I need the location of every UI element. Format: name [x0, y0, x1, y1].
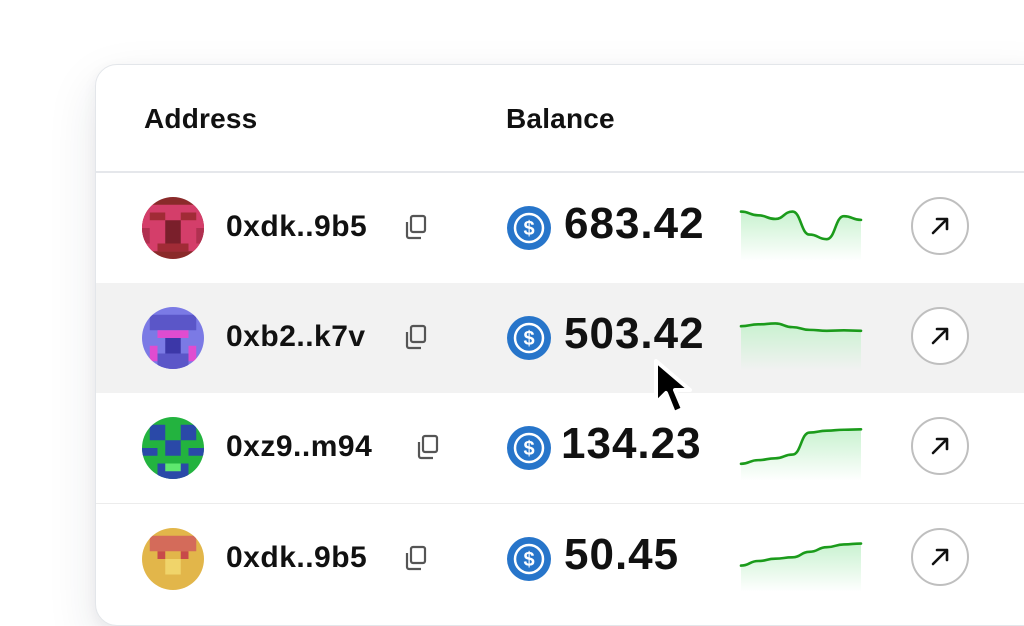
address-text: 0xz9..m94 [226, 430, 373, 463]
trend-sparkline [739, 428, 863, 481]
avatar [142, 197, 204, 259]
copy-icon[interactable] [402, 213, 430, 241]
balance-amount: 134.23 [561, 419, 702, 468]
table-row[interactable]: 0xdk..9b5 $ 50.45 [96, 503, 1024, 614]
balance-amount: 503.42 [564, 309, 705, 358]
avatar [142, 307, 204, 369]
table-row[interactable]: 0xz9..m94 $ 134.23 [96, 393, 1024, 503]
arrow-up-right-icon [931, 437, 949, 455]
address-text: 0xb2..k7v [226, 320, 366, 353]
table-row[interactable]: 0xb2..k7v $ 503.42 [96, 283, 1024, 393]
open-address-button[interactable] [911, 528, 969, 586]
usdc-coin-icon: $ [507, 316, 551, 360]
sparkline-area [741, 211, 861, 261]
arrow-up-right-icon [931, 548, 949, 566]
avatar [142, 417, 204, 479]
arrow-up-right-icon [931, 327, 949, 345]
address-column-header: Address [144, 103, 258, 134]
svg-text:$: $ [523, 328, 534, 350]
svg-text:$: $ [523, 218, 534, 240]
svg-text:$: $ [523, 549, 534, 571]
open-address-button[interactable] [911, 307, 969, 365]
mouse-pointer-icon [654, 359, 692, 415]
copy-icon[interactable] [414, 433, 442, 461]
balance-amount: 683.42 [564, 199, 705, 248]
avatar [142, 528, 204, 590]
copy-icon[interactable] [402, 323, 430, 351]
usdc-coin-icon: $ [507, 206, 551, 250]
open-address-button[interactable] [911, 417, 969, 475]
balance-column-header: Balance [506, 103, 615, 134]
address-text: 0xdk..9b5 [226, 210, 368, 243]
arrow-up-right-icon [931, 217, 949, 235]
sparkline-area [741, 429, 861, 481]
svg-text:$: $ [523, 438, 534, 460]
table-row[interactable]: 0xdk..9b5 $ 683.42 [96, 173, 1024, 283]
address-text: 0xdk..9b5 [226, 541, 368, 574]
trend-sparkline [739, 542, 863, 592]
copy-icon[interactable] [402, 544, 430, 572]
trend-sparkline [739, 322, 863, 371]
table-header: Address Balance [96, 65, 1024, 173]
balance-amount: 50.45 [564, 530, 680, 579]
sparkline-area [741, 543, 861, 592]
usdc-coin-icon: $ [507, 426, 551, 470]
open-address-button[interactable] [911, 197, 969, 255]
trend-sparkline [739, 210, 863, 261]
usdc-coin-icon: $ [507, 537, 551, 581]
balances-card: Address Balance 0xdk..9b5 $ 683.42 0xb2.… [95, 64, 1024, 626]
